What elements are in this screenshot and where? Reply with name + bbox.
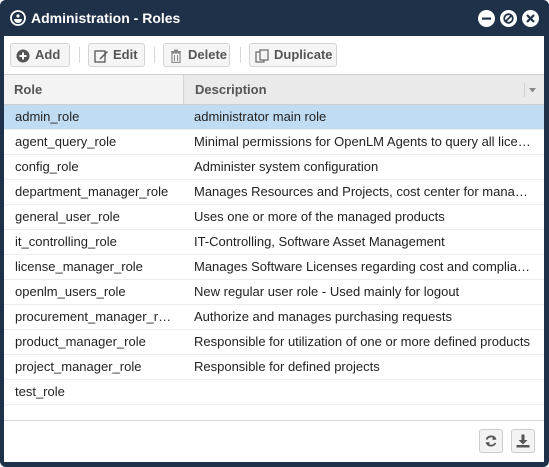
table-row[interactable]: department_manager_role Manages Resources… (4, 180, 544, 205)
window-body: Add Edit Delete Duplicate Role Descripti… (4, 36, 544, 462)
add-label: Add (35, 47, 61, 62)
description-cell: Manages Resources and Projects, cost cen… (194, 184, 528, 199)
restore-button[interactable] (500, 10, 517, 27)
edit-label: Edit (113, 47, 138, 62)
delete-label: Delete (188, 47, 228, 62)
grid-header: Role Description (4, 75, 544, 105)
table-row[interactable]: product_manager_role Responsible for util… (4, 330, 544, 355)
table-row[interactable]: openlm_users_role New regular user role -… (4, 280, 544, 305)
table-row[interactable]: agent_query_role Minimal permissions for … (4, 130, 544, 155)
refresh-icon (485, 435, 497, 447)
toolbar-divider (154, 47, 155, 63)
column-header-description[interactable]: Description (184, 75, 544, 104)
add-button[interactable]: Add (10, 43, 70, 67)
footer-toolbar (4, 420, 544, 462)
description-cell: IT-Controlling, Software Asset Managemen… (194, 234, 445, 249)
openlm-logo-icon (10, 10, 26, 26)
close-button[interactable] (522, 10, 539, 27)
roles-grid: Role Description admin_role administrator… (4, 74, 544, 405)
description-cell: Administer system configuration (194, 159, 379, 174)
copy-icon (255, 48, 269, 63)
description-cell: Minimal permissions for OpenLM Agents to… (194, 134, 531, 149)
role-cell: openlm_users_role (15, 284, 126, 299)
description-cell: Authorize and manages purchasing request… (194, 309, 452, 324)
trash-icon (169, 48, 183, 64)
title-bar: Administration - Roles (0, 0, 549, 36)
column-menu-chevron-down-icon[interactable] (524, 83, 540, 97)
restore-icon (503, 13, 514, 24)
toolbar: Add Edit Delete Duplicate (4, 36, 544, 74)
role-cell: general_user_role (15, 209, 120, 224)
table-row[interactable]: project_manager_role Responsible for defi… (4, 355, 544, 380)
role-cell: admin_role (15, 109, 80, 124)
edit-button[interactable]: Edit (88, 43, 145, 67)
description-cell: Uses one or more of the managed products (194, 209, 445, 224)
table-row[interactable]: general_user_role Uses one or more of the… (4, 205, 544, 230)
table-row[interactable]: admin_role administrator main role (4, 105, 544, 130)
role-cell: license_manager_role (15, 259, 143, 274)
role-cell: department_manager_role (15, 184, 169, 199)
toolbar-divider (79, 47, 80, 63)
minimize-button[interactable] (478, 10, 495, 27)
role-cell: agent_query_role (15, 134, 117, 149)
role-cell: it_controlling_role (15, 234, 117, 249)
duplicate-label: Duplicate (274, 47, 333, 62)
table-row[interactable]: config_role Administer system configurati… (4, 155, 544, 180)
role-cell: procurement_manager_r… (15, 309, 172, 324)
download-icon (516, 434, 530, 448)
plus-circle-icon (16, 48, 30, 63)
toolbar-divider (240, 47, 241, 63)
roles-window: Administration - Roles Add Edit Delete D… (0, 0, 549, 467)
table-row[interactable]: it_controlling_role IT-Controlling, Softw… (4, 230, 544, 255)
role-cell: config_role (15, 159, 79, 174)
column-header-role[interactable]: Role (4, 75, 184, 104)
refresh-button[interactable] (479, 429, 503, 453)
role-cell: product_manager_role (15, 334, 146, 349)
window-title: Administration - Roles (31, 10, 181, 26)
description-cell (194, 380, 532, 404)
description-cell: administrator main role (194, 109, 327, 124)
description-cell: Responsible for defined projects (194, 359, 380, 374)
edit-icon (94, 48, 108, 63)
delete-button[interactable]: Delete (163, 43, 230, 67)
duplicate-button[interactable]: Duplicate (249, 43, 337, 67)
export-button[interactable] (511, 429, 535, 453)
description-cell: Responsible for utilization of one or mo… (194, 334, 531, 349)
description-cell: Manages Software Licenses regarding cost… (194, 259, 531, 274)
table-row[interactable]: procurement_manager_r… Authorize and mana… (4, 305, 544, 330)
description-cell: New regular user role - Used mainly for … (194, 284, 460, 299)
table-row[interactable]: test_role (4, 380, 544, 405)
close-icon (526, 14, 535, 23)
table-row[interactable]: license_manager_role Manages Software Lic… (4, 255, 544, 280)
role-cell: test_role (15, 384, 65, 399)
role-cell: project_manager_role (15, 359, 142, 374)
minimize-icon (482, 17, 491, 20)
